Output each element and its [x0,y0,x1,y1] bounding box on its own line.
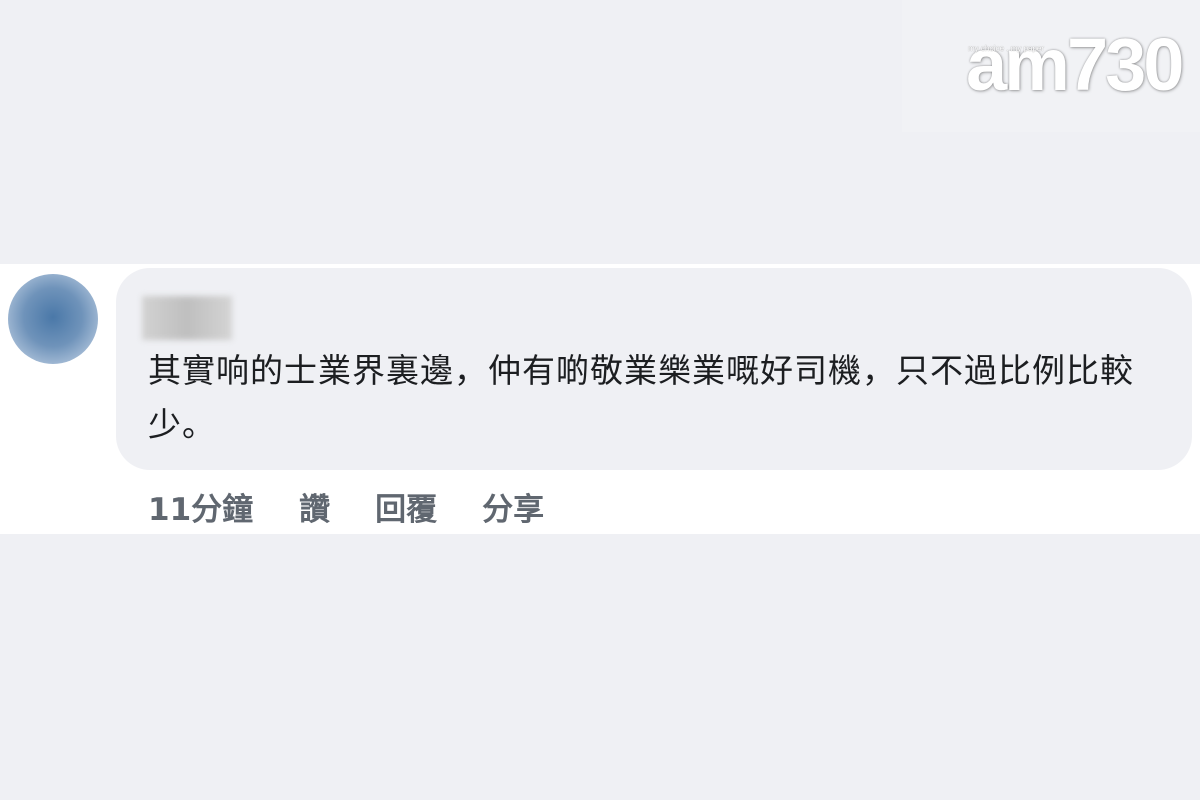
avatar[interactable] [8,274,98,364]
like-button[interactable]: 讚 [299,484,330,529]
author-name-blurred[interactable] [142,296,232,340]
comment-bubble: 其實响的士業界裏邊，仲有啲敬業樂業嘅好司機，只不過比例比較少。 [116,268,1192,470]
am730-logo: am730 my choice . my paper [902,0,1200,132]
share-button[interactable]: 分享 [482,484,544,529]
page: am730 my choice . my paper 其實响的士業界裏邊，仲有啲… [0,0,1200,800]
comment-actions: 11分鐘 讚 回覆 分享 [148,484,589,528]
logo-tagline: my choice . my paper [968,44,1045,53]
comment-text: 其實响的士業界裏邊，仲有啲敬業樂業嘅好司機，只不過比例比較少。 [148,351,1134,444]
comment-timestamp[interactable]: 11分鐘 [148,484,253,529]
reply-button[interactable]: 回覆 [375,484,437,529]
logo-text: am730 [966,23,1184,106]
